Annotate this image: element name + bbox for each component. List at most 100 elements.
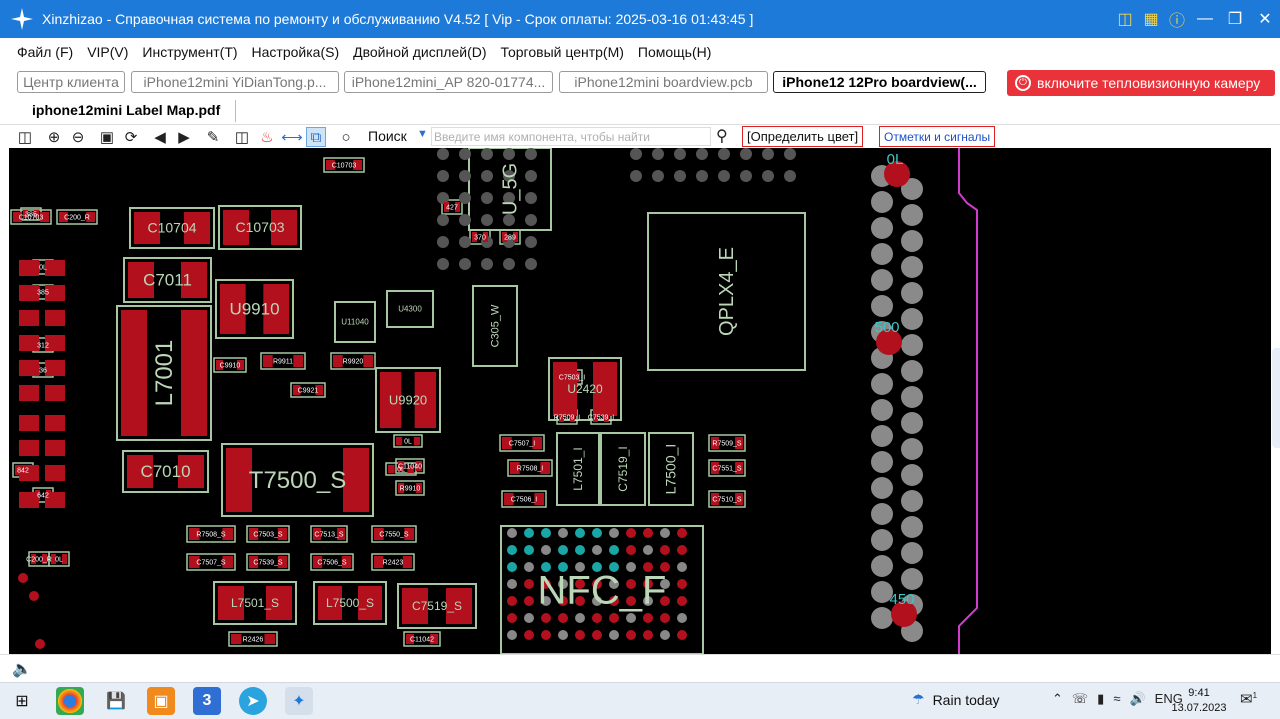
passive-pad xyxy=(413,437,420,445)
passive-label: C200_R xyxy=(26,557,52,564)
zoom-out-icon[interactable]: ⊖ xyxy=(68,127,88,147)
calendar-icon[interactable]: ▦ xyxy=(1138,0,1164,38)
tab-yidiantong[interactable]: iPhone12mini YiDianTong.p... xyxy=(131,71,339,93)
side-panel-handle[interactable] xyxy=(1272,348,1280,448)
menu-dual-display[interactable]: Двойной дисплей(D) xyxy=(346,44,493,60)
edge-pad xyxy=(901,282,923,304)
menu-shop[interactable]: Торговый центр(M) xyxy=(494,44,631,60)
bga-ball xyxy=(762,148,774,160)
highlight-net-icon[interactable]: ♨ xyxy=(257,127,277,147)
menu-vip[interactable]: VIP(V) xyxy=(80,44,135,60)
pin-connect-icon[interactable]: ⟷ xyxy=(281,127,303,147)
tab-client-center[interactable]: Центр клиента xyxy=(17,71,125,93)
menu-help[interactable]: Помощь(H) xyxy=(631,44,719,60)
passive-label: C7551_S xyxy=(712,466,742,473)
bga-ball xyxy=(524,613,534,623)
menu-settings[interactable]: Настройка(S) xyxy=(245,44,347,60)
chevron-down-icon[interactable]: ▼ xyxy=(417,128,428,140)
tab-schematic[interactable]: iPhone12mini_AP 820-01774... xyxy=(344,71,553,93)
pad xyxy=(19,385,39,401)
xinzhizao-taskbar-icon[interactable]: ✦ xyxy=(285,687,313,715)
bga-ball xyxy=(630,148,642,160)
search-icon[interactable]: ⚲ xyxy=(716,126,728,146)
save-app-icon[interactable]: 💾 xyxy=(102,687,130,715)
notification-icon[interactable]: ✉1 xyxy=(1240,690,1257,708)
bga-ball xyxy=(784,148,796,160)
rotate-icon[interactable]: ⟳ xyxy=(121,127,141,147)
diagonal-tool-icon[interactable]: ⧉ xyxy=(306,127,326,147)
telegram-icon[interactable]: ➤ xyxy=(239,687,267,715)
start-button-icon[interactable]: ⊞ xyxy=(8,687,36,715)
passive-label: R7508_I xyxy=(517,466,544,473)
status-bar: 🔈 xyxy=(0,654,1280,682)
briefcase-icon[interactable]: ◫ xyxy=(1112,0,1138,38)
help-icon[interactable]: ⓘ xyxy=(1164,0,1190,38)
bga-ball xyxy=(626,545,636,555)
tab-boardview-12pro[interactable]: iPhone12 12Pro boardview(... xyxy=(773,71,986,93)
bga-ball xyxy=(481,214,493,226)
mirror-icon[interactable]: ◫ xyxy=(232,127,252,147)
marks-signals-button[interactable]: Отметки и сигналы xyxy=(879,126,996,147)
passive-label: 36 xyxy=(39,368,47,375)
component-label: C7519_I xyxy=(616,446,630,491)
bga-ball xyxy=(459,258,471,270)
network-icon[interactable]: ☏ xyxy=(1072,691,1088,707)
left-scroll-rail[interactable] xyxy=(0,148,9,654)
pad xyxy=(19,415,39,431)
chevron-up-icon[interactable]: ⌃ xyxy=(1052,691,1063,707)
bga-ball xyxy=(718,170,730,182)
define-color-button[interactable]: [Определить цвет] xyxy=(742,126,864,147)
right-scroll-rail[interactable] xyxy=(1271,148,1280,654)
via xyxy=(29,591,39,601)
battery-icon[interactable]: ▮ xyxy=(1097,691,1104,707)
passive-label: R9911 xyxy=(273,359,293,366)
menu-tools[interactable]: Инструмент(T) xyxy=(135,44,244,60)
menu-file[interactable]: Файл (F) xyxy=(0,44,80,60)
chrome-icon[interactable] xyxy=(56,687,84,715)
passive-label: C7513_S xyxy=(314,532,344,539)
bga-ball xyxy=(525,148,537,160)
passive-label: R7508_S xyxy=(196,532,226,539)
search-input[interactable] xyxy=(431,127,711,146)
close-button[interactable]: ✕ xyxy=(1250,0,1280,38)
tab-boardview-pcb[interactable]: iPhone12mini boardview.pcb xyxy=(559,71,768,93)
tab-label-map-pdf[interactable]: iphone12mini Label Map.pdf xyxy=(32,102,220,118)
split-view-icon[interactable]: ◫ xyxy=(15,127,35,147)
minimize-button[interactable]: — xyxy=(1190,0,1220,38)
edge-pad xyxy=(871,399,893,421)
mouse-icon[interactable]: ○ xyxy=(336,127,356,147)
paint-icon[interactable]: ✎ xyxy=(203,127,223,147)
flip-right-icon[interactable]: ▶ xyxy=(174,127,194,147)
flip-left-icon[interactable]: ◀ xyxy=(150,127,170,147)
boardview-canvas[interactable]: C10704 C10703 C7011 U9910 L7001 C7010 T7500_S U… xyxy=(9,148,1271,654)
three-app-icon[interactable]: 3 xyxy=(193,687,221,715)
image-app-icon[interactable]: ▣ xyxy=(147,687,175,715)
wifi-icon[interactable]: ≈ xyxy=(1113,691,1120,707)
fit-screen-icon[interactable]: ▣ xyxy=(97,127,117,147)
component-label: T7500_S xyxy=(249,467,346,494)
pad xyxy=(19,440,39,456)
passive-pad xyxy=(264,634,275,644)
edge-pad xyxy=(901,490,923,512)
bga-ball xyxy=(481,192,493,204)
weather-text: Rain today xyxy=(932,691,1000,708)
clock[interactable]: 9:41 13.07.2023 xyxy=(1168,686,1230,716)
bga-ball xyxy=(643,630,653,640)
edge-pad xyxy=(901,204,923,226)
passive-label: 289 xyxy=(504,235,516,242)
restore-button[interactable]: ❐ xyxy=(1220,0,1250,38)
edge-pad xyxy=(871,555,893,577)
passive-label: C7539_S xyxy=(253,560,283,567)
bga-ball xyxy=(660,613,670,623)
thermal-camera-button[interactable]: ⏻ включите тепловизионную камеру xyxy=(1007,70,1275,96)
bga-ball xyxy=(558,545,568,555)
weather-widget[interactable]: ☂ Rain today xyxy=(912,691,1000,708)
pcb-drawing[interactable]: C10704 C10703 C7011 U9910 L7001 C7010 T7500_S U… xyxy=(9,148,1271,654)
volume-icon[interactable]: 🔊 xyxy=(1129,691,1145,707)
component-label: C7010 xyxy=(140,462,190,481)
bga-ball xyxy=(507,613,517,623)
zoom-in-icon[interactable]: ⊕ xyxy=(44,127,64,147)
bga-ball xyxy=(558,528,568,538)
speaker-icon[interactable]: 🔈 xyxy=(12,659,32,679)
passive-pad xyxy=(293,355,303,367)
